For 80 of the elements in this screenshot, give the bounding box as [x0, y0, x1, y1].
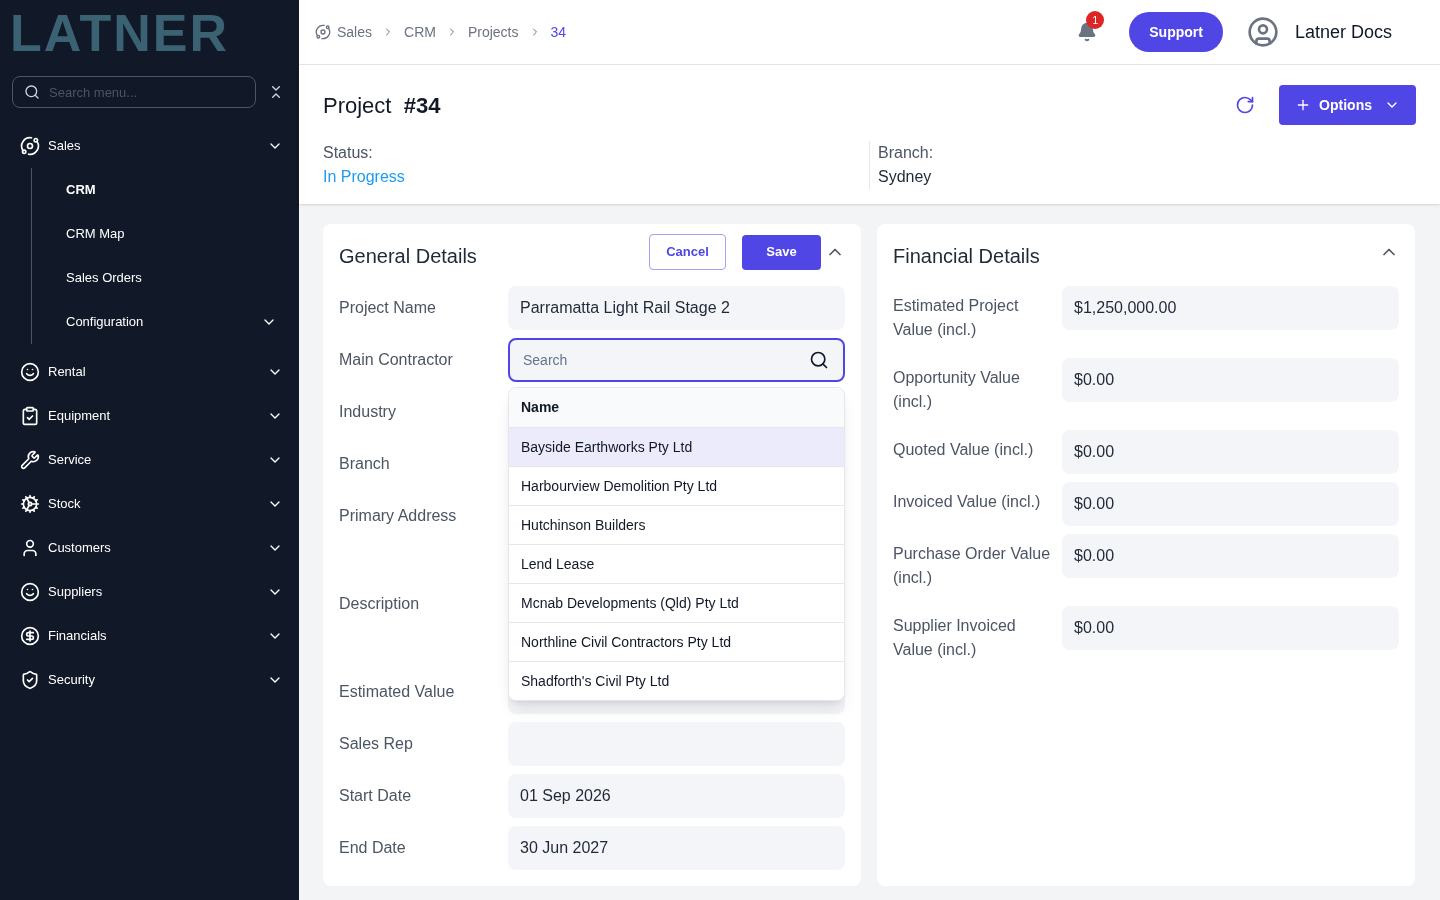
sidebar-item[interactable]: Stock	[0, 482, 299, 526]
dropdown-option[interactable]: Lend Lease	[509, 544, 844, 583]
options-button[interactable]: Options	[1279, 85, 1416, 125]
field-label: Opportunity Value (incl.)	[893, 368, 1021, 412]
field-label: Start Date	[339, 786, 413, 806]
input-field[interactable]: $0.00	[1062, 358, 1399, 402]
search-icon	[809, 350, 829, 370]
input-field[interactable]: $0.00	[1062, 606, 1399, 650]
breadcrumb-link[interactable]: CRM	[404, 21, 436, 43]
search-field[interactable]: Search	[508, 338, 845, 382]
sidebar-item[interactable]: Security	[0, 658, 299, 702]
field-label: Estimated Value	[339, 682, 456, 702]
orbit-icon	[20, 136, 40, 156]
person-icon	[20, 538, 40, 558]
avatar-icon[interactable]	[1246, 16, 1279, 48]
input-field[interactable]: $0.00	[1062, 482, 1399, 526]
field-label: Project Name	[339, 298, 437, 318]
field-label: Invoiced Value (incl.)	[893, 492, 1042, 512]
notification-badge: 1	[1086, 11, 1105, 29]
status-value: In Progress	[323, 167, 406, 187]
clipboard-icon	[20, 406, 40, 426]
save-button[interactable]: Save	[742, 234, 821, 270]
breadcrumb-link[interactable]: 34	[550, 21, 567, 43]
logo: LATNER	[10, 4, 229, 62]
field-label: Industry	[339, 402, 397, 422]
field-label: Supplier Invoiced Value (incl.)	[893, 616, 1017, 660]
dropdown-option[interactable]: Mcnab Developments (Qld) Pty Ltd	[509, 583, 844, 622]
field-label: Main Contractor	[339, 350, 454, 370]
field-label: Sales Rep	[339, 734, 414, 754]
dropdown-option[interactable]: Hutchinson Builders	[509, 505, 844, 544]
sidebar-subitem[interactable]: CRM Map	[32, 212, 299, 256]
sidebar-item[interactable]: Equipment	[0, 394, 299, 438]
input-field[interactable]: $1,250,000.00	[1062, 286, 1399, 330]
column-header: Name	[509, 388, 844, 427]
sidebar-item[interactable]: Financials	[0, 614, 299, 658]
card-title: Financial Details	[893, 244, 1041, 269]
shield-icon	[20, 670, 40, 690]
face-icon	[20, 362, 40, 382]
breadcrumb-link[interactable]: Sales	[337, 21, 373, 43]
sidebar-item[interactable]: Rental	[0, 350, 299, 394]
search-icon	[24, 84, 40, 100]
input-field[interactable]: Parramatta Light Rail Stage 2	[508, 286, 845, 330]
user-name[interactable]: Latner Docs	[1294, 18, 1392, 46]
field-label: Quoted Value (incl.)	[893, 440, 1035, 460]
dropdown-option[interactable]: Bayside Earthworks Pty Ltd	[509, 427, 844, 466]
sidebar-item[interactable]: Suppliers	[0, 570, 299, 614]
face-icon	[20, 582, 40, 602]
orbit-icon	[315, 24, 331, 40]
refresh-icon[interactable]	[1235, 95, 1256, 115]
field-label: Estimated Project Value (incl.)	[893, 296, 1020, 340]
dollar-icon	[20, 626, 40, 646]
branch-label: Branch:	[878, 143, 934, 163]
field-label: End Date	[339, 838, 407, 858]
field-label: Description	[339, 594, 421, 614]
sidebar-item[interactable]: Customers	[0, 526, 299, 570]
field-label: Primary Address	[339, 506, 458, 526]
gear-icon	[20, 494, 40, 514]
input-field[interactable]: 01 Sep 2026	[508, 774, 845, 818]
input-field[interactable]: $0.00	[1062, 534, 1399, 578]
menu-search-field[interactable]: Search menu...	[12, 76, 256, 108]
sidebar-subitem[interactable]: Configuration	[32, 300, 299, 344]
dropdown-option[interactable]: Shadforth's Civil Pty Ltd	[509, 661, 844, 700]
input-field[interactable]: $0.00	[1062, 430, 1399, 474]
support-button[interactable]: Support	[1129, 12, 1223, 52]
sidebar-subitem[interactable]: CRM	[32, 168, 299, 212]
input-field[interactable]: 30 Jun 2027	[508, 826, 845, 870]
dropdown-option[interactable]: Harbourview Demolition Pty Ltd	[509, 466, 844, 505]
dropdown-option[interactable]: Northline Civil Contractors Pty Ltd	[509, 622, 844, 661]
field-label: Branch	[339, 454, 391, 474]
cancel-button[interactable]: Cancel	[649, 234, 726, 270]
card-title: General Details	[339, 244, 478, 269]
page-title: Project #34	[323, 91, 442, 120]
bell-icon[interactable]	[1077, 22, 1098, 42]
wrench-icon	[20, 450, 40, 470]
sidebar-subitem[interactable]: Sales Orders	[32, 256, 299, 300]
field-label: Purchase Order Value (incl.)	[893, 544, 1052, 588]
sidebar-item[interactable]: Service	[0, 438, 299, 482]
status-label: Status:	[323, 143, 374, 163]
breadcrumb-link[interactable]: Projects	[467, 21, 519, 43]
branch-value: Sydney	[878, 167, 933, 187]
